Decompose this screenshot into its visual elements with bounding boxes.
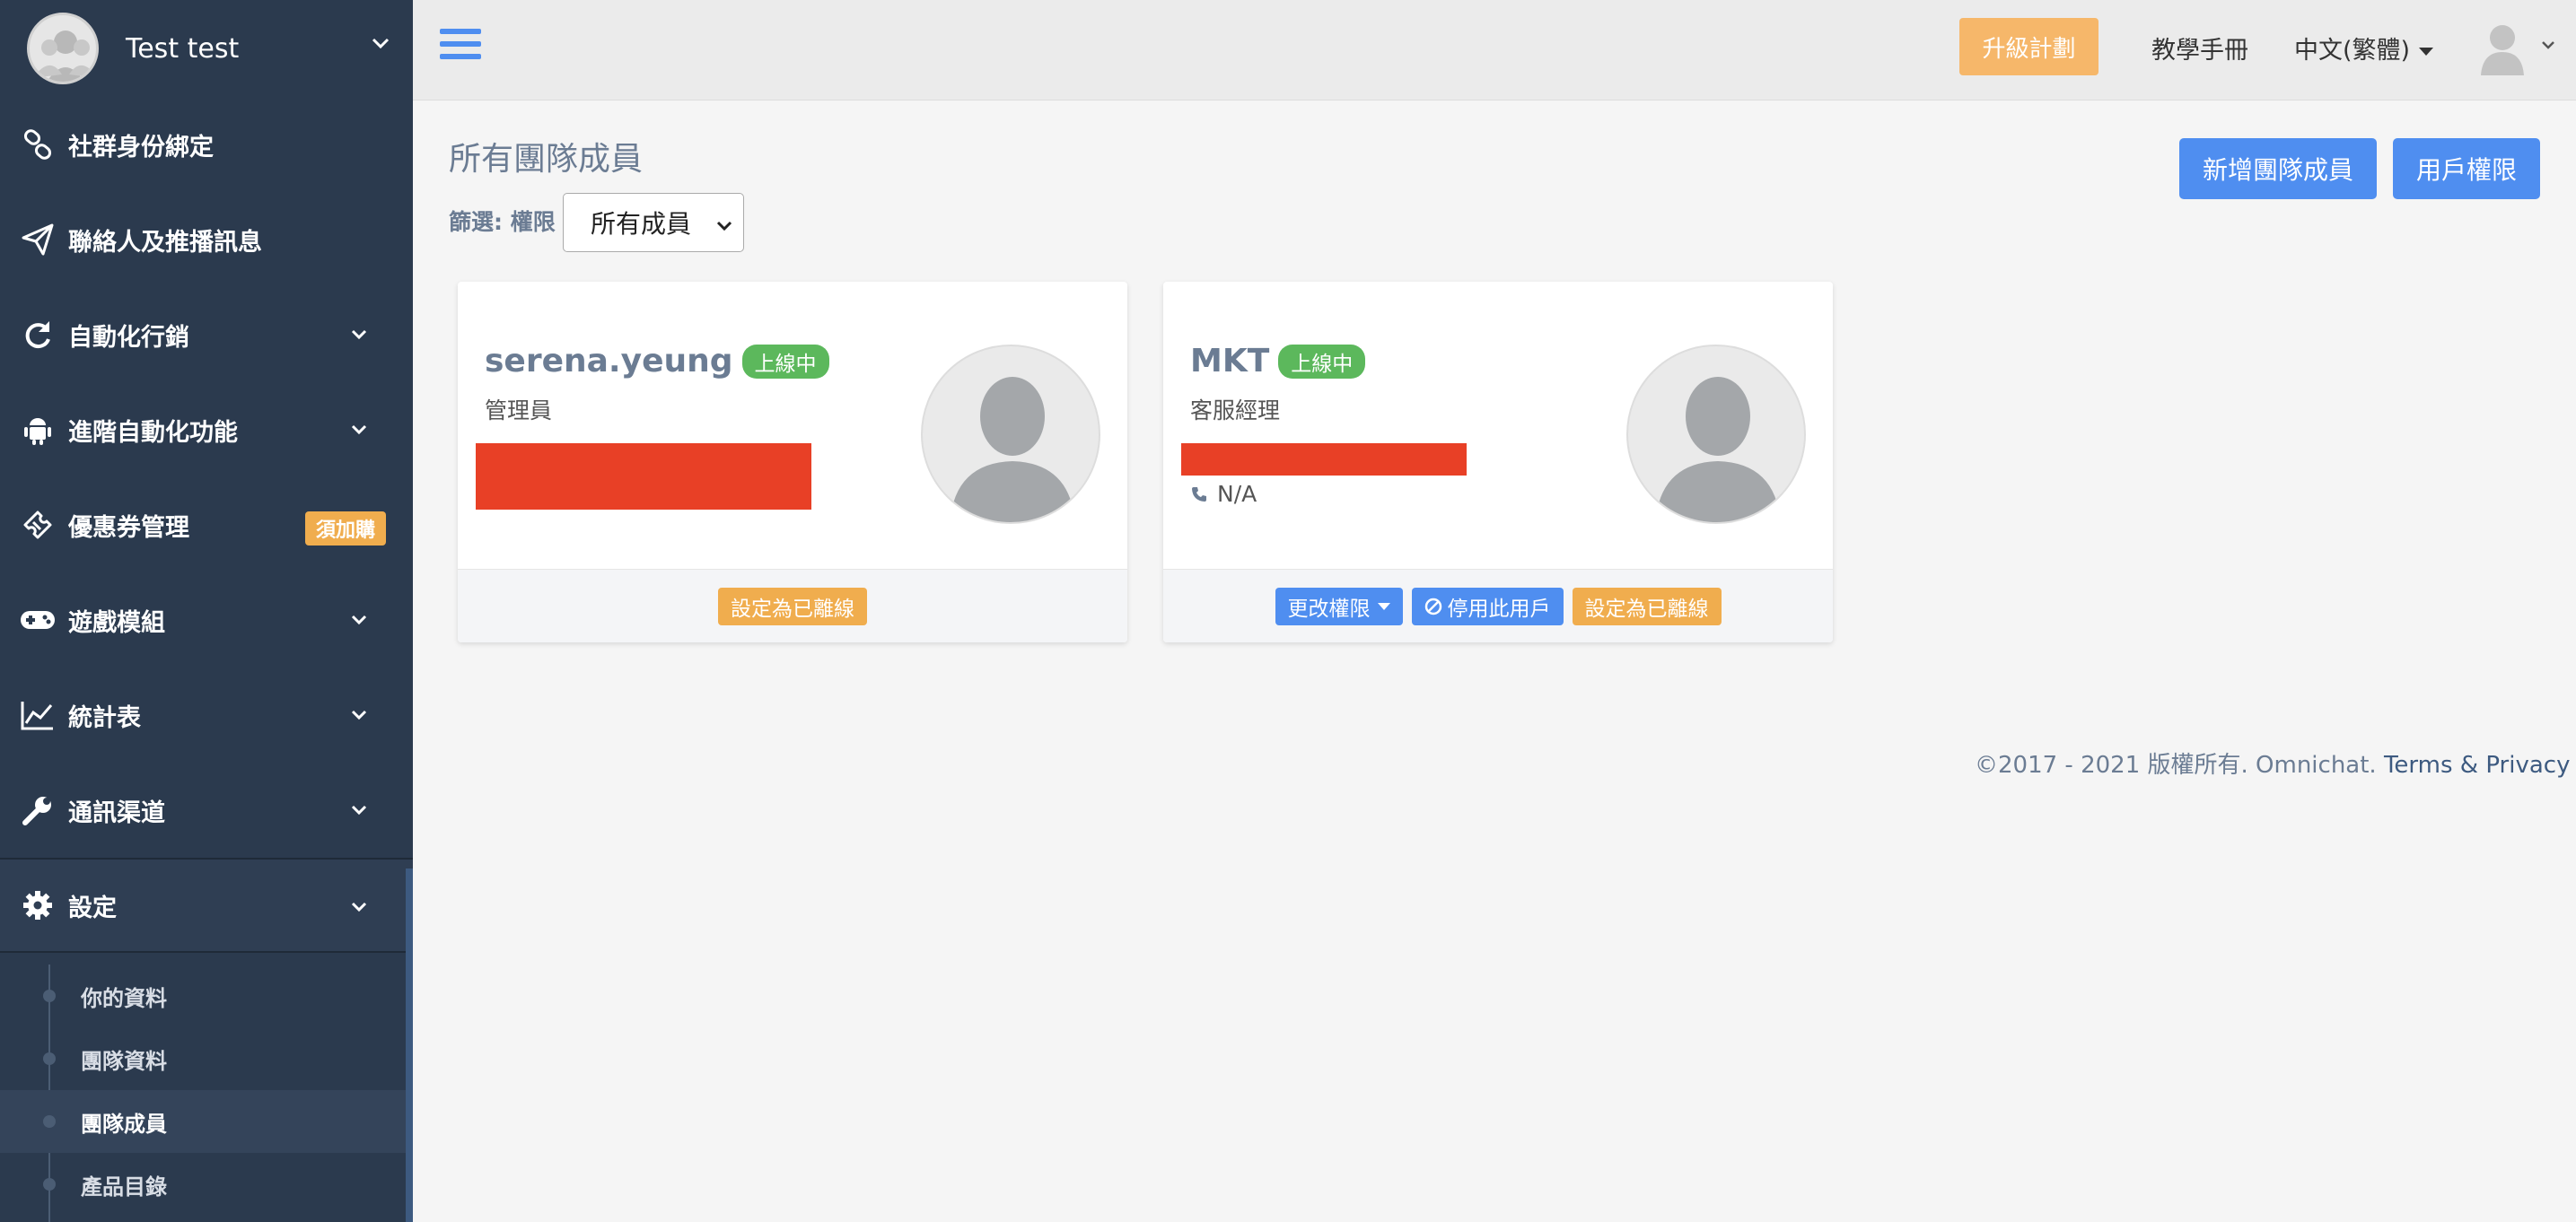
active-section-indicator [406, 868, 413, 1222]
page-title: 所有團隊成員 [449, 141, 644, 178]
user-permissions-button[interactable]: 用戶權限 [2393, 138, 2540, 199]
submenu-label: 你的資料 [81, 985, 167, 1011]
sidebar-item-label: 自動化行銷 [68, 323, 189, 352]
redacted-block [1181, 443, 1467, 476]
terms-privacy-link[interactable]: Terms & Privacy [2384, 752, 2571, 779]
submenu-item-team-profile[interactable]: 團隊資料 [0, 1027, 406, 1090]
set-offline-button[interactable]: 設定為已離線 [718, 587, 867, 625]
member-avatar [921, 345, 1100, 524]
caret-down-icon [1377, 602, 1390, 610]
android-icon [20, 412, 56, 448]
disable-user-button[interactable]: 停用此用戶 [1411, 587, 1564, 625]
chevron-down-icon [348, 895, 373, 921]
submenu-label: 產品目錄 [81, 1174, 167, 1200]
chevron-down-icon [348, 799, 373, 824]
settings-submenu: 你的資料 團隊資料 團隊成員 產品目錄 [0, 965, 406, 1216]
add-team-member-button[interactable]: 新增團隊成員 [2179, 138, 2377, 199]
bullet-icon [43, 1052, 56, 1065]
wrench-icon [20, 792, 56, 828]
card-actions: 設定為已離線 [458, 569, 1127, 642]
language-label: 中文(繁體) [2294, 37, 2411, 65]
filter-value: 所有成員 [591, 209, 692, 239]
member-name: MKT [1190, 343, 1270, 380]
disable-user-label: 停用此用戶 [1447, 597, 1551, 621]
gamepad-icon [20, 602, 56, 638]
set-offline-button[interactable]: 設定為已離線 [1572, 587, 1722, 625]
change-permission-button[interactable]: 更改權限 [1275, 587, 1403, 625]
caret-down-icon [2419, 48, 2434, 56]
member-avatar [1626, 345, 1806, 524]
sidebar-item-label: 社群身份綁定 [68, 133, 214, 161]
member-name: serena.yeung [485, 343, 733, 380]
avatar [27, 13, 99, 84]
filter-label: 篩選: 權限 [449, 209, 556, 235]
sidebar-item-automation[interactable]: 自動化行銷 [0, 287, 413, 382]
sidebar-item-games[interactable]: 遊戲模組 [0, 572, 413, 668]
user-menu-icon[interactable] [2477, 22, 2528, 75]
sidebar-item-channels[interactable]: 通訊渠道 [0, 763, 413, 858]
role-filter-select[interactable]: 所有成員 [563, 193, 744, 252]
member-role: 客服經理 [1190, 397, 1281, 423]
gear-icon [20, 887, 56, 923]
bullet-icon [43, 990, 56, 1002]
sidebar-item-contacts[interactable]: 聯絡人及推播訊息 [0, 192, 413, 287]
change-permission-label: 更改權限 [1287, 597, 1371, 621]
status-badge: 上線中 [1278, 344, 1366, 379]
addon-badge: 須加購 [304, 511, 386, 546]
copyright-text: ©2017 - 2021 版權所有. Omnichat. [1975, 752, 2377, 779]
member-name-row: MKT 上線中 [1190, 343, 1366, 380]
status-badge: 上線中 [741, 344, 829, 379]
bullet-icon [43, 1178, 56, 1191]
phone-icon [1192, 486, 1206, 502]
sidebar-item-settings[interactable]: 設定 [0, 858, 413, 953]
redacted-block [476, 443, 811, 510]
member-role: 管理員 [485, 397, 553, 423]
submenu-label: 團隊成員 [81, 1111, 167, 1137]
member-name-row: serena.yeung 上線中 [485, 343, 829, 380]
upgrade-plan-button[interactable]: 升級計劃 [1959, 18, 2098, 75]
member-phone: N/A [1190, 481, 1257, 507]
tutorial-manual-link[interactable]: 教學手冊 [2151, 31, 2248, 65]
chevron-down-icon[interactable] [2540, 36, 2556, 58]
member-card: MKT 上線中 客服經理 N/A 更改權限 停用此用戶 設定為已離線 [1163, 282, 1833, 642]
hamburger-menu-icon[interactable] [440, 29, 481, 65]
card-actions: 更改權限 停用此用戶 設定為已離線 [1163, 569, 1833, 642]
phone-value: N/A [1217, 481, 1257, 507]
footer: ©2017 - 2021 版權所有. Omnichat. Terms & Pri… [1975, 746, 2570, 780]
sidebar-item-label: 進階自動化功能 [68, 418, 238, 447]
sidebar-item-social-binding[interactable]: 社群身份綁定 [0, 97, 413, 192]
profile-name: Test test [126, 32, 240, 65]
chevron-down-icon [348, 323, 373, 348]
chevron-down-icon [348, 418, 373, 443]
language-select[interactable]: 中文(繁體) [2294, 31, 2434, 65]
chevron-down-icon [348, 608, 373, 633]
member-card: serena.yeung 上線中 管理員 設定為已離線 [458, 282, 1127, 642]
sidebar-item-label: 設定 [68, 894, 117, 922]
sidebar-profile[interactable]: Test test [0, 0, 413, 97]
sidebar-item-statistics[interactable]: 統計表 [0, 668, 413, 763]
topbar: 升級計劃 教學手冊 中文(繁體) [413, 0, 2576, 100]
chevron-down-icon [348, 703, 373, 729]
sidebar-item-advanced-automation[interactable]: 進階自動化功能 [0, 382, 413, 477]
sidebar-item-label: 優惠券管理 [68, 513, 189, 542]
sidebar-item-label: 通訊渠道 [68, 799, 165, 827]
ban-icon [1424, 598, 1441, 615]
sidebar: Test test 社群身份綁定 聯絡人及推播訊息 自動化行銷 進階自動化功能 [0, 0, 413, 1222]
sidebar-item-coupons[interactable]: 優惠券管理 須加購 [0, 477, 413, 572]
sidebar-item-label: 聯絡人及推播訊息 [68, 228, 262, 257]
submenu-label: 團隊資料 [81, 1048, 167, 1074]
ticket-icon [20, 507, 56, 543]
chevron-down-icon[interactable] [370, 32, 391, 60]
line-chart-icon [20, 697, 56, 733]
refresh-icon [20, 317, 56, 353]
sidebar-item-label: 遊戲模組 [68, 608, 165, 637]
bullet-icon [43, 1115, 56, 1128]
sidebar-item-label: 統計表 [68, 703, 141, 732]
link-icon [20, 127, 56, 162]
submenu-item-product-catalog[interactable]: 產品目錄 [0, 1153, 406, 1216]
paper-plane-icon [20, 222, 56, 257]
chevron-down-icon [714, 212, 734, 231]
submenu-item-team-members[interactable]: 團隊成員 [0, 1090, 406, 1153]
submenu-item-your-profile[interactable]: 你的資料 [0, 965, 406, 1027]
